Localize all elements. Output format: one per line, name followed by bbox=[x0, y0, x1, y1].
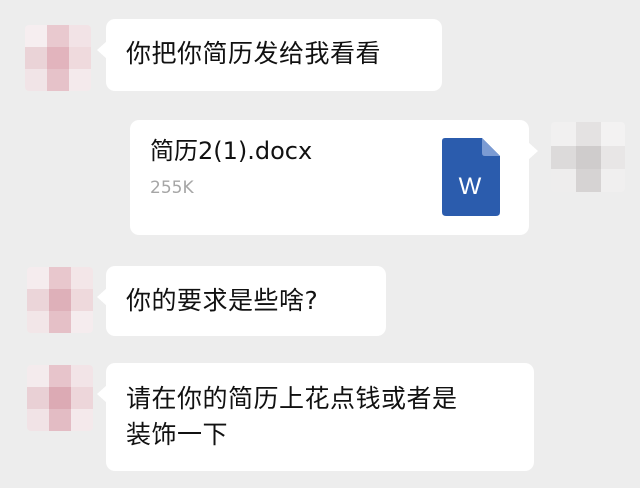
contact-avatar[interactable] bbox=[27, 267, 93, 333]
word-icon-letter: W bbox=[459, 173, 482, 200]
contact-avatar[interactable] bbox=[25, 25, 91, 91]
word-document-icon: W bbox=[442, 138, 500, 216]
message-bubble[interactable]: 你的要求是些啥? bbox=[97, 266, 386, 336]
message-text: 你把你简历发给我看看 bbox=[126, 39, 382, 68]
message-bubble[interactable]: 你把你简历发给我看看 bbox=[97, 19, 442, 91]
message-text: 请在你的简历上花点钱或者是 装饰一下 bbox=[126, 384, 458, 449]
file-message-bubble[interactable]: 简历2(1).docx 255K W bbox=[130, 120, 538, 235]
message-bubble[interactable]: 请在你的简历上花点钱或者是 装饰一下 bbox=[97, 363, 534, 471]
my-avatar[interactable] bbox=[551, 122, 625, 192]
contact-avatar[interactable] bbox=[27, 365, 93, 431]
message-text: 你的要求是些啥? bbox=[126, 286, 319, 315]
